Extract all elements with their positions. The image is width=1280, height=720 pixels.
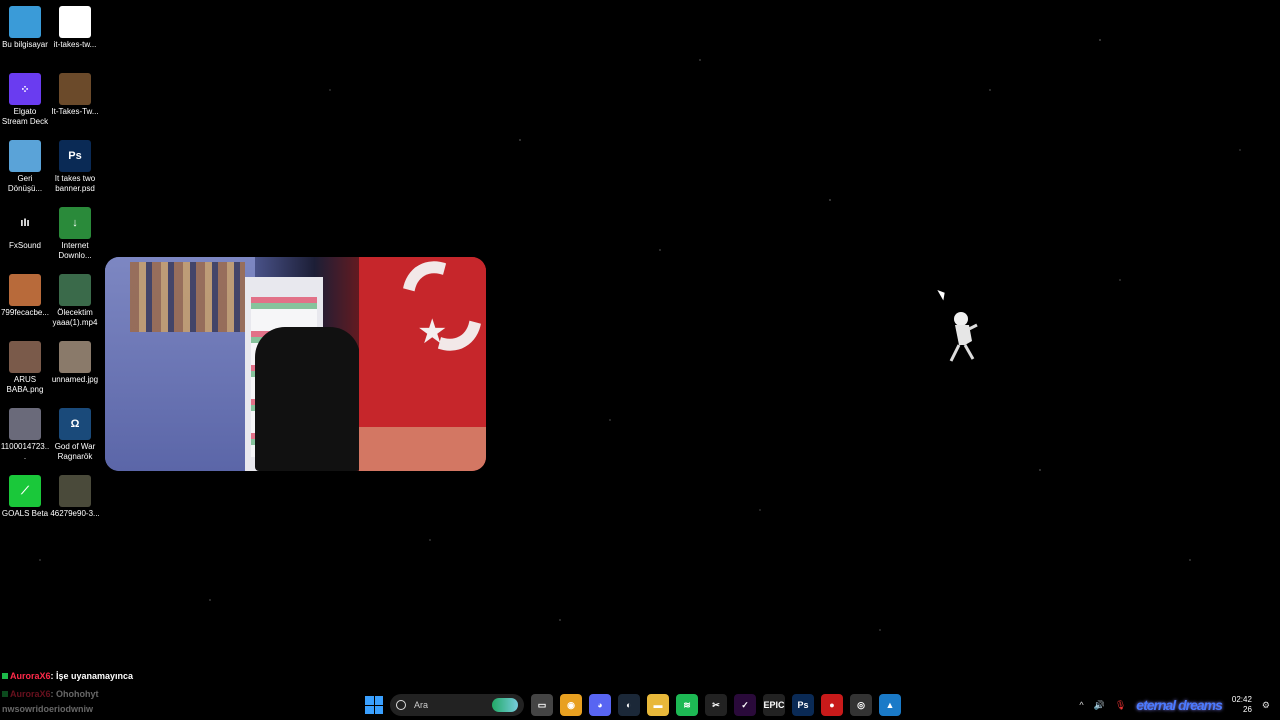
desktop-icon-image: ⁘ xyxy=(9,73,41,105)
desktop-icon-label: unnamed.jpg xyxy=(51,375,99,384)
desktop-icon-image xyxy=(9,6,41,38)
desktop-icon-label: It-Takes-Tw... xyxy=(51,107,99,116)
desktop-icon-image xyxy=(59,6,91,38)
taskbar-center: Ara ▭ ◉ ◕ ◐ ▬ ≋ ✂ ✓ EPIC Ps ● ◎ ▲ xyxy=(365,693,901,717)
taskbar-app-premiere-icon[interactable]: ✓ xyxy=(734,694,756,716)
start-button-icon[interactable] xyxy=(365,696,383,714)
taskbar-app-capcut-icon[interactable]: ✂ xyxy=(705,694,727,716)
desktop-icon[interactable]: Ölecektim yaaa(1).mp4 xyxy=(50,268,100,328)
system-clock[interactable]: 02:42 26 xyxy=(1232,695,1252,715)
desktop-icon[interactable]: Ω God of War Ragnarök xyxy=(50,402,100,462)
desktop-icon-label: Elgato Stream Deck xyxy=(1,107,49,126)
desktop-icon-image: ↓ xyxy=(59,207,91,239)
desktop-icon-image xyxy=(59,274,91,306)
taskbar-app-record-icon[interactable]: ● xyxy=(821,694,843,716)
webcam-photo-board xyxy=(130,262,245,332)
desktop-icon[interactable]: Bu bilgisayar xyxy=(0,0,50,50)
desktop-icon-image xyxy=(9,408,41,440)
chat-text: : İşe uyanamayınca xyxy=(50,671,134,681)
search-highlight-icon xyxy=(492,698,518,712)
desktop-icon-image xyxy=(59,73,91,105)
desktop-icon[interactable]: 1100014723... xyxy=(0,402,50,462)
taskbar-search-box[interactable]: Ara xyxy=(390,694,524,716)
brand-watermark: eternal dreams xyxy=(1136,697,1223,713)
desktop-icon-label: Ölecektim yaaa(1).mp4 xyxy=(52,308,98,327)
system-tray: ^ 🔊 🎙 eternal dreams 02:42 26 ⚙ xyxy=(1079,693,1270,717)
desktop-icon-image: ⟋ xyxy=(9,475,41,507)
desktop-icon[interactable]: ⟋ GOALS Beta xyxy=(0,469,50,519)
search-placeholder: Ara xyxy=(414,700,429,710)
desktop-icon-image xyxy=(9,140,41,172)
desktop-icon[interactable]: ⁘ Elgato Stream Deck xyxy=(0,67,50,127)
desktop-icon-label: Bu bilgisayar xyxy=(2,40,48,49)
desktop-icon[interactable]: ↓ Internet Downlo... xyxy=(50,201,100,261)
taskbar-app-epic-games-icon[interactable]: EPIC xyxy=(763,694,785,716)
webcam-gaming-chair xyxy=(255,327,360,471)
webcam-overlay: ★ xyxy=(105,257,486,471)
tray-chevron-icon[interactable]: ^ xyxy=(1079,700,1083,710)
chat-badge-icon xyxy=(2,673,8,679)
desktop-icon-image: Ps xyxy=(59,140,91,172)
desktop-icon-label: God of War Ragnarök xyxy=(54,442,96,461)
chat-username: AuroraX6 xyxy=(10,671,51,681)
desktop-icon[interactable]: it-takes-tw... xyxy=(50,0,100,50)
desktop-icon-label: 1100014723... xyxy=(0,442,50,461)
desktop-icon-label: FxSound xyxy=(8,241,42,250)
taskbar-app-spotify-icon[interactable]: ≋ xyxy=(676,694,698,716)
desktop-background[interactable]: Bu bilgisayar it-takes-tw... ⁘ Elgato Strea… xyxy=(0,0,1280,720)
taskbar-app-folder-icon[interactable]: ▬ xyxy=(647,694,669,716)
taskbar-app-chrome-icon[interactable]: ◉ xyxy=(560,694,582,716)
desktop-icon-image xyxy=(9,274,41,306)
desktop-icon[interactable]: ıIı FxSound xyxy=(0,201,50,251)
mouse-cursor-icon xyxy=(937,287,948,301)
taskbar-app-obs-icon[interactable]: ◎ xyxy=(850,694,872,716)
astronaut-wallpaper-icon xyxy=(949,312,978,362)
desktop-icon[interactable]: Ps It takes two banner.psd xyxy=(50,134,100,194)
taskbar-app-photoshop-icon[interactable]: Ps xyxy=(792,694,814,716)
taskbar-app-photos-icon[interactable]: ▲ xyxy=(879,694,901,716)
desktop-icon-image xyxy=(59,341,91,373)
taskbar-app-discord-icon[interactable]: ◕ xyxy=(589,694,611,716)
desktop-icon[interactable]: Geri Dönüşü... xyxy=(0,134,50,194)
desktop-icon[interactable]: unnamed.jpg xyxy=(50,335,100,385)
chat-message: AuroraX6: İşe uyanamayınca xyxy=(2,667,133,685)
desktop-icon[interactable]: ARUS BABA.png xyxy=(0,335,50,395)
desktop-icon-image xyxy=(59,475,91,507)
desktop-icon-label: 799fecacbe... xyxy=(0,308,50,317)
desktop-icon-label: 46279e90-3... xyxy=(50,509,100,518)
taskbar-app-steam-icon[interactable]: ◐ xyxy=(618,694,640,716)
desktop-icon[interactable]: It-Takes-Tw... xyxy=(50,67,100,117)
desktop-icon-label: GOALS Beta xyxy=(1,509,49,518)
desktop-icon-image: ıIı xyxy=(9,207,41,239)
desktop-icon[interactable]: 799fecacbe... xyxy=(0,268,50,318)
desktop-icon-label: ARUS BABA.png xyxy=(6,375,44,394)
flag-star-icon: ★ xyxy=(417,313,448,351)
taskbar-pinned-apps: ▭ ◉ ◕ ◐ ▬ ≋ ✂ ✓ EPIC Ps ● ◎ ▲ xyxy=(531,694,901,716)
clock-time: 02:42 xyxy=(1231,695,1252,704)
desktop-icon[interactable]: 46279e90-3... xyxy=(50,469,100,519)
desktop-icon-label: It takes two banner.psd xyxy=(54,174,96,193)
desktop-icon-image xyxy=(9,341,41,373)
notification-icon[interactable]: ⚙ xyxy=(1262,700,1270,711)
taskbar-app-file-explorer-view-icon[interactable]: ▭ xyxy=(531,694,553,716)
volume-icon[interactable]: 🔊 xyxy=(1094,700,1105,711)
clock-date: 26 xyxy=(1243,705,1252,714)
search-icon xyxy=(396,700,406,710)
desktop-icon-label: it-takes-tw... xyxy=(53,40,97,49)
desktop-icon-image: Ω xyxy=(59,408,91,440)
desktop-icon-label: Internet Downlo... xyxy=(58,241,92,260)
microphone-icon[interactable]: 🎙 xyxy=(1115,700,1126,711)
webcam-bed-sheet xyxy=(359,427,486,471)
desktop-icon-label: Geri Dönüşü... xyxy=(7,174,43,193)
